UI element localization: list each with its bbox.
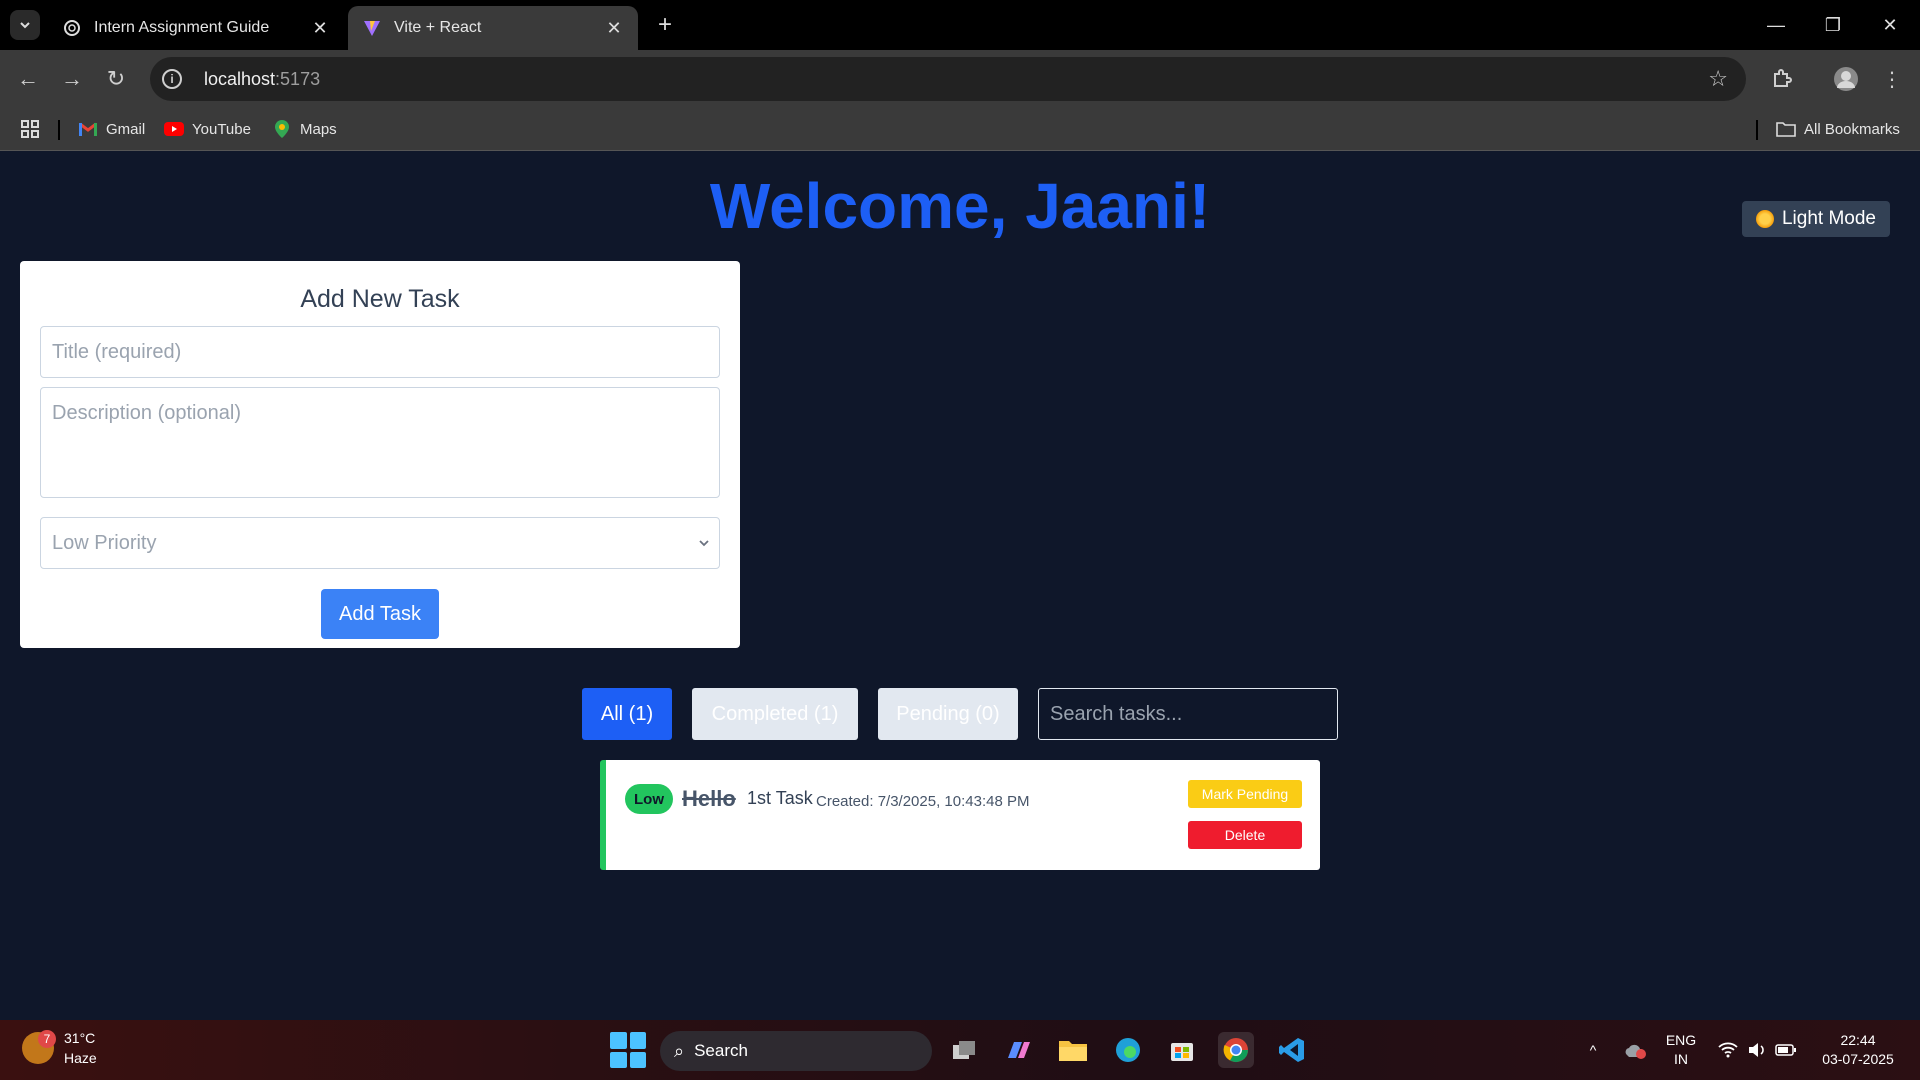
task-description: 1st Task [747,788,813,808]
bookmark-label: Maps [300,120,337,138]
tab-title: Intern Assignment Guide [94,19,270,36]
apps-grid-icon[interactable] [20,116,40,142]
divider [1756,120,1758,140]
tab-title: Vite + React [394,19,482,36]
divider [58,120,60,140]
youtube-icon [164,120,184,138]
weather-widget[interactable]: 7 31°C Haze [22,1028,97,1068]
file-explorer-icon[interactable] [1055,1032,1091,1068]
url-port: :5173 [275,68,321,89]
taskbar-search[interactable]: ⌕ Search [660,1031,932,1071]
maps-icon [272,120,292,138]
address-bar[interactable]: i localhost:5173 ☆ [150,57,1746,101]
all-bookmarks[interactable]: All Bookmarks [1776,116,1900,142]
url-host: localhost [204,68,276,89]
close-window-button[interactable]: ✕ [1862,0,1918,50]
description-textarea[interactable] [40,387,720,498]
all-bookmarks-label: All Bookmarks [1804,120,1900,138]
bookmark-maps[interactable]: Maps [272,116,337,142]
profile-avatar[interactable] [1830,63,1862,95]
priority-select[interactable]: Low Priority [40,517,720,569]
close-tab-icon[interactable]: ✕ [604,18,624,38]
task-created-date: Created: 7/3/2025, 10:43:48 PM [816,793,1030,810]
weather-temperature: 31°C [64,1030,96,1046]
search-label: Search [694,1041,748,1060]
site-info-icon[interactable]: i [162,69,182,89]
vite-icon [362,18,382,38]
url-text: localhost:5173 [204,69,320,90]
store-icon[interactable] [1164,1032,1200,1068]
bookmark-star-icon[interactable]: ☆ [1708,66,1728,92]
delete-task-button[interactable]: Delete [1188,821,1302,849]
bookmark-label: YouTube [192,120,251,138]
tab-intern-assignment-guide[interactable]: Intern Assignment Guide ✕ [48,6,344,50]
add-task-heading: Add New Task [300,285,460,313]
restore-button[interactable]: ❐ [1805,0,1861,50]
menu-kebab-icon[interactable]: ⋮ [1876,63,1908,95]
clock-time: 22:44 [1840,1032,1876,1048]
bookmark-youtube[interactable]: YouTube [164,116,251,142]
new-tab-button[interactable]: + [652,11,678,38]
filter-all-button[interactable]: All (1) [582,688,672,740]
bookmarks-bar: Gmail YouTube Maps All Bookmarks [0,108,1920,151]
tab-strip: Intern Assignment Guide ✕ Vite + React ✕… [0,0,1920,50]
forward-button[interactable]: → [56,63,88,95]
language-code: ENG [1665,1032,1697,1048]
notification-badge: 7 [38,1030,56,1048]
openai-icon [62,18,82,38]
windows-taskbar: 7 31°C Haze ⌕ Search ^ ENG IN 22:44 03-0… [0,1020,1920,1080]
chevron-down-icon [20,22,30,29]
reload-button[interactable]: ↻ [100,63,132,95]
filter-completed-button[interactable]: Completed (1) [692,688,858,740]
clock[interactable]: 22:44 03-07-2025 [1810,1020,1906,1080]
page-content: Welcome, Jaani! Light Mode Add New Task … [0,151,1920,1020]
wifi-icon[interactable] [1714,1020,1742,1080]
add-task-card: Add New Task Low Priority Add Task [20,261,740,648]
battery-icon[interactable] [1772,1020,1800,1080]
folder-icon [1776,120,1796,138]
onedrive-error-icon[interactable] [1620,1020,1650,1080]
minimize-button[interactable]: — [1748,0,1804,50]
task-item: Low Hello 1st Task Created: 7/3/2025, 10… [600,760,1320,870]
show-hidden-icons-chevron[interactable]: ^ [1578,1020,1608,1080]
light-mode-button[interactable]: Light Mode [1742,201,1890,237]
volume-icon[interactable] [1744,1020,1770,1080]
light-mode-label: Light Mode [1781,208,1876,229]
vscode-icon[interactable] [1274,1032,1310,1068]
language-indicator[interactable]: ENG IN [1660,1020,1702,1080]
welcome-heading: Welcome, Jaani! [709,170,1211,242]
chevron-down-icon [699,540,709,547]
extensions-icon[interactable] [1766,63,1798,95]
search-tasks-input[interactable]: Search tasks... [1038,688,1338,740]
title-input[interactable] [40,326,720,378]
priority-badge: Low [625,784,673,814]
chrome-icon[interactable] [1218,1032,1254,1068]
browser-chrome: Intern Assignment Guide ✕ Vite + React ✕… [0,0,1920,151]
back-button[interactable]: ← [12,63,44,95]
weather-icon: 7 [22,1030,56,1064]
filter-pending-button[interactable]: Pending (0) [878,688,1018,740]
region-code: IN [1674,1051,1688,1067]
tab-search-button[interactable] [10,10,40,40]
start-button[interactable] [610,1032,646,1068]
add-task-button[interactable]: Add Task [321,589,439,639]
priority-selected-value: Low Priority [52,531,157,554]
copilot-icon[interactable] [1000,1032,1036,1068]
bookmark-gmail[interactable]: Gmail [78,116,145,142]
sun-icon [1755,210,1774,228]
bookmark-label: Gmail [106,120,146,138]
search-icon: ⌕ [674,1040,685,1061]
edge-icon[interactable] [1110,1032,1146,1068]
tab-vite-react[interactable]: Vite + React ✕ [348,6,638,50]
weather-description: Haze [64,1050,97,1066]
close-tab-icon[interactable]: ✕ [310,18,330,38]
gmail-icon [78,120,98,138]
browser-toolbar: ← → ↻ i localhost:5173 ☆ ⋮ [0,50,1920,108]
task-title: Hello [682,786,736,811]
clock-date: 03-07-2025 [1822,1051,1894,1067]
task-view-icon[interactable] [946,1032,982,1068]
mark-pending-button[interactable]: Mark Pending [1188,780,1302,808]
